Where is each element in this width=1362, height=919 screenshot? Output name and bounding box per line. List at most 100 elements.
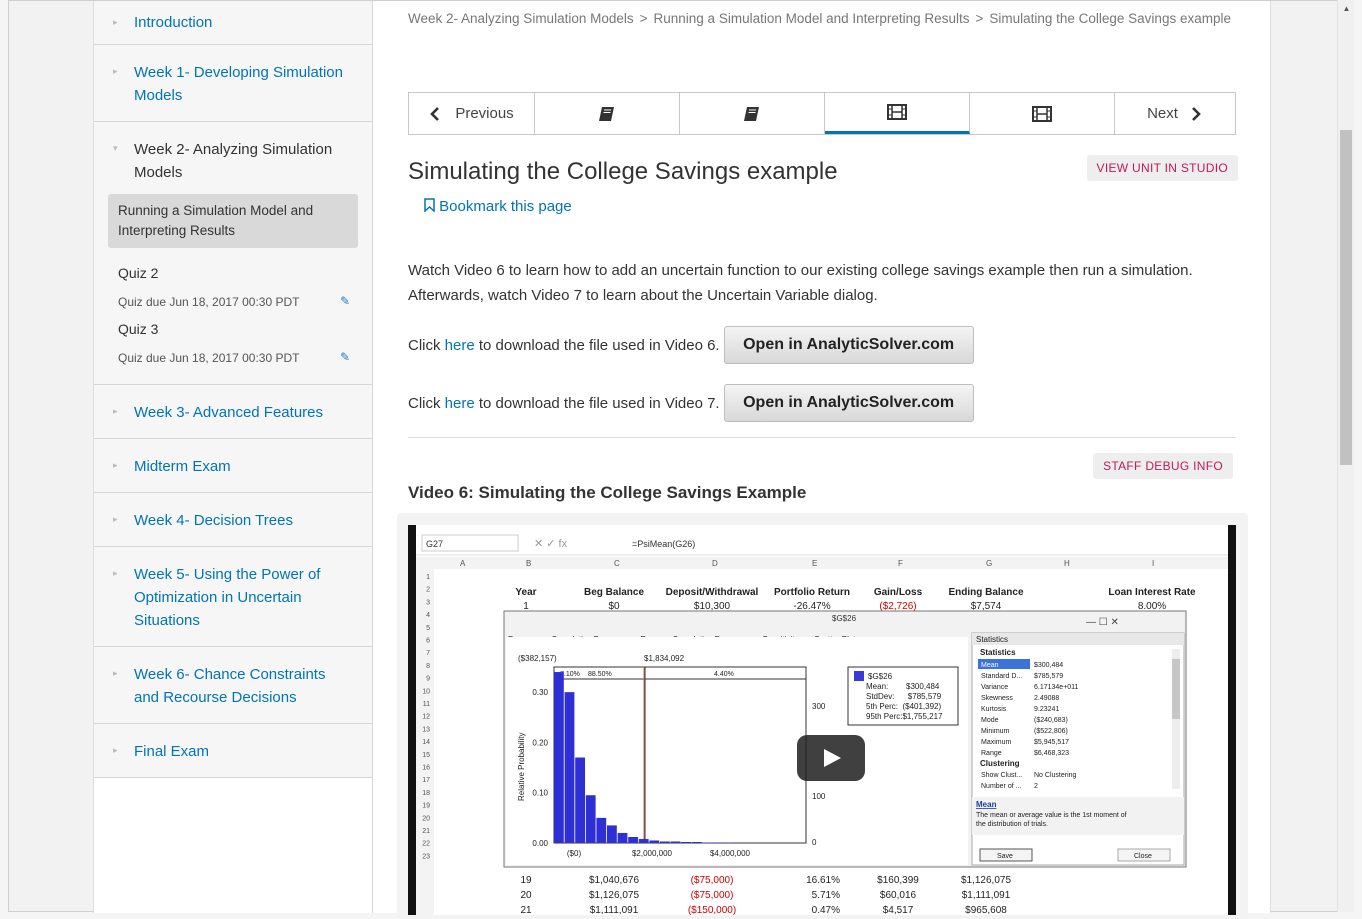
histogram-bar [691,841,702,843]
page-scrollbar[interactable]: ▲ [1337,0,1354,912]
row-number: 11 [423,701,430,708]
chart-top-left-value: ($382,157) [518,654,557,663]
breadcrumb-current: Simulating the College Savings example [989,11,1231,26]
stats-panel-header: Statistics [976,635,1008,644]
x-tick: ($0) [567,849,582,858]
stat-value: ($522,806) [1034,728,1068,735]
video-player[interactable]: G27 ✕ ✓ fx =PsiMean(G26) ABCDEFGHI 12345… [408,525,1236,915]
section-title: Week 2- Analyzing Simulation Models [134,141,333,181]
subsection-running-simulation[interactable]: Running a Simulation Model and Interpret… [108,194,358,248]
row-number: 2 [426,587,430,594]
y-tick: 0.00 [532,839,548,848]
breadcrumb-item[interactable]: Week 2- Analyzing Simulation Models [408,11,634,26]
sidebar-section-week5[interactable]: ▸ Week 5- Using the Power of Optimizatio… [94,547,372,647]
stats-group-label: Statistics [980,648,1016,657]
download-text: Click [408,394,445,412]
histogram-bar [681,841,691,843]
breadcrumb-separator: > [975,11,984,26]
column-header: G [986,559,992,568]
subsection-quiz-2[interactable]: Quiz 2 Quiz due Jun 18, 2017 00:30 PDT ✎ [108,258,358,314]
book-icon [599,106,614,121]
cell-value: ($75,000) [691,875,734,886]
y2-tick: 0 [812,838,817,847]
help-title: Mean [976,800,997,809]
sidebar-section-midterm[interactable]: ▸ Midterm Exam [94,439,372,493]
sidebar-section-week6[interactable]: ▸ Week 6- Chance Constraints and Recours… [94,647,372,724]
row-number: 20 [422,815,430,822]
breadcrumb-item[interactable]: Running a Simulation Model and Interpret… [654,11,970,26]
histogram-bar [617,832,628,843]
view-unit-in-studio-button[interactable]: VIEW UNIT IN STUDIO [1086,155,1238,181]
histogram-bar [585,795,596,843]
cell-value: 1 [523,601,529,612]
intro-text: Watch Video 6 to learn how to add an unc… [408,262,1193,304]
row-number: 23 [422,853,430,860]
sequence-tab-video-2[interactable] [970,93,1115,134]
sidebar-section-week1[interactable]: ▸ Week 1- Developing Simulation Models [94,45,372,122]
histogram-bar [723,842,734,843]
sequence-tab-text-2[interactable] [680,93,825,134]
sidebar-section-week2[interactable]: ▾ Week 2- Analyzing Simulation Models Ru… [94,122,372,385]
row-number: 13 [422,726,430,733]
play-button[interactable] [797,735,865,781]
sidebar-section-final-exam[interactable]: ▸ Final Exam [94,724,372,778]
histogram-bar [670,841,681,843]
stat-name: Range [981,750,1002,757]
sidebar-section-week4[interactable]: ▸ Week 4- Decision Trees [94,493,372,547]
open-in-analyticsolver-button-2[interactable]: Open in AnalyticSolver.com [723,384,974,422]
next-button[interactable]: Next [1115,93,1234,134]
scroll-up-arrow-icon[interactable]: ▲ [1338,0,1355,17]
column-header: F [898,559,903,568]
previous-button[interactable]: Previous [409,93,535,134]
subsection-title: Quiz 2 [118,265,159,281]
sequence-tab-text-1[interactable] [535,93,680,134]
row-number: 22 [422,841,430,848]
stat-value: $785,579 [1034,673,1063,680]
stat-value: 6.17134e+011 [1034,684,1079,691]
video-frame-spreadsheet: G27 ✕ ✓ fx =PsiMean(G26) ABCDEFGHI 12345… [416,525,1228,915]
stat-name: Kurtosis [981,706,1007,713]
staff-debug-info-button[interactable]: STAFF DEBUG INFO [1093,453,1233,479]
download-link-video-6[interactable]: here [445,337,475,354]
help-text-line: the distribution of trials. [976,821,1048,828]
cell-value: $1,040,676 [589,875,639,886]
cell-value: $7,574 [971,601,1002,612]
spreadsheet-header-row: Year Beg Balance Deposit/Withdrawal Portfol… [515,587,1196,598]
open-in-analyticsolver-button-1[interactable]: Open in AnalyticSolver.com [723,326,974,364]
row-number: 4 [426,612,430,619]
subsection-quiz-3[interactable]: Quiz 3 Quiz due Jun 18, 2017 00:30 PDT ✎ [108,314,358,370]
book-icon [744,106,759,121]
histogram-bar [649,840,660,843]
bookmark-button[interactable]: Bookmark this page [424,198,572,215]
bookmark-icon [424,198,435,213]
legend-95th: 95th Perc:$1,755,217 [866,712,943,721]
y2-tick: 300 [812,702,826,711]
breadcrumb: Week 2- Analyzing Simulation Models > Runn… [408,9,1238,29]
dialog-title: $G$26 [832,614,857,623]
scrollbar-thumb[interactable] [1340,130,1352,465]
row-number: 1 [426,574,430,581]
stat-name: Mean [981,662,999,669]
column-header: I [1152,559,1154,568]
sidebar-section-week3[interactable]: ▸ Week 3- Advanced Features [94,385,372,439]
unit-title: Simulating the College Savings example [408,158,838,185]
stat-name: Standard D... [981,673,1022,680]
chevron-right-icon: ▸ [113,406,118,416]
cell-value: 16.61% [806,875,840,886]
subsection-title: Quiz 3 [118,321,159,337]
chevron-right-icon: ▸ [113,668,118,678]
cell-value: $1,126,075 [589,890,639,901]
download-link-video-7[interactable]: here [445,395,475,412]
row-number: 15 [422,752,430,759]
edit-icon: ✎ [339,350,350,364]
formula-text: =PsiMean(G26) [632,539,695,549]
cell-value: $1,126,075 [961,875,1011,886]
sidebar-section-introduction[interactable]: ▸ Introduction [94,1,372,45]
histogram-bar [713,842,723,843]
y-tick: 0.20 [532,738,548,747]
histogram-bar [596,817,607,843]
row-number: 9 [426,676,430,683]
sequence-tab-video-1[interactable] [825,93,970,134]
column-header: E [812,559,817,568]
download-text: to download the file used in Video 7. [474,394,720,412]
